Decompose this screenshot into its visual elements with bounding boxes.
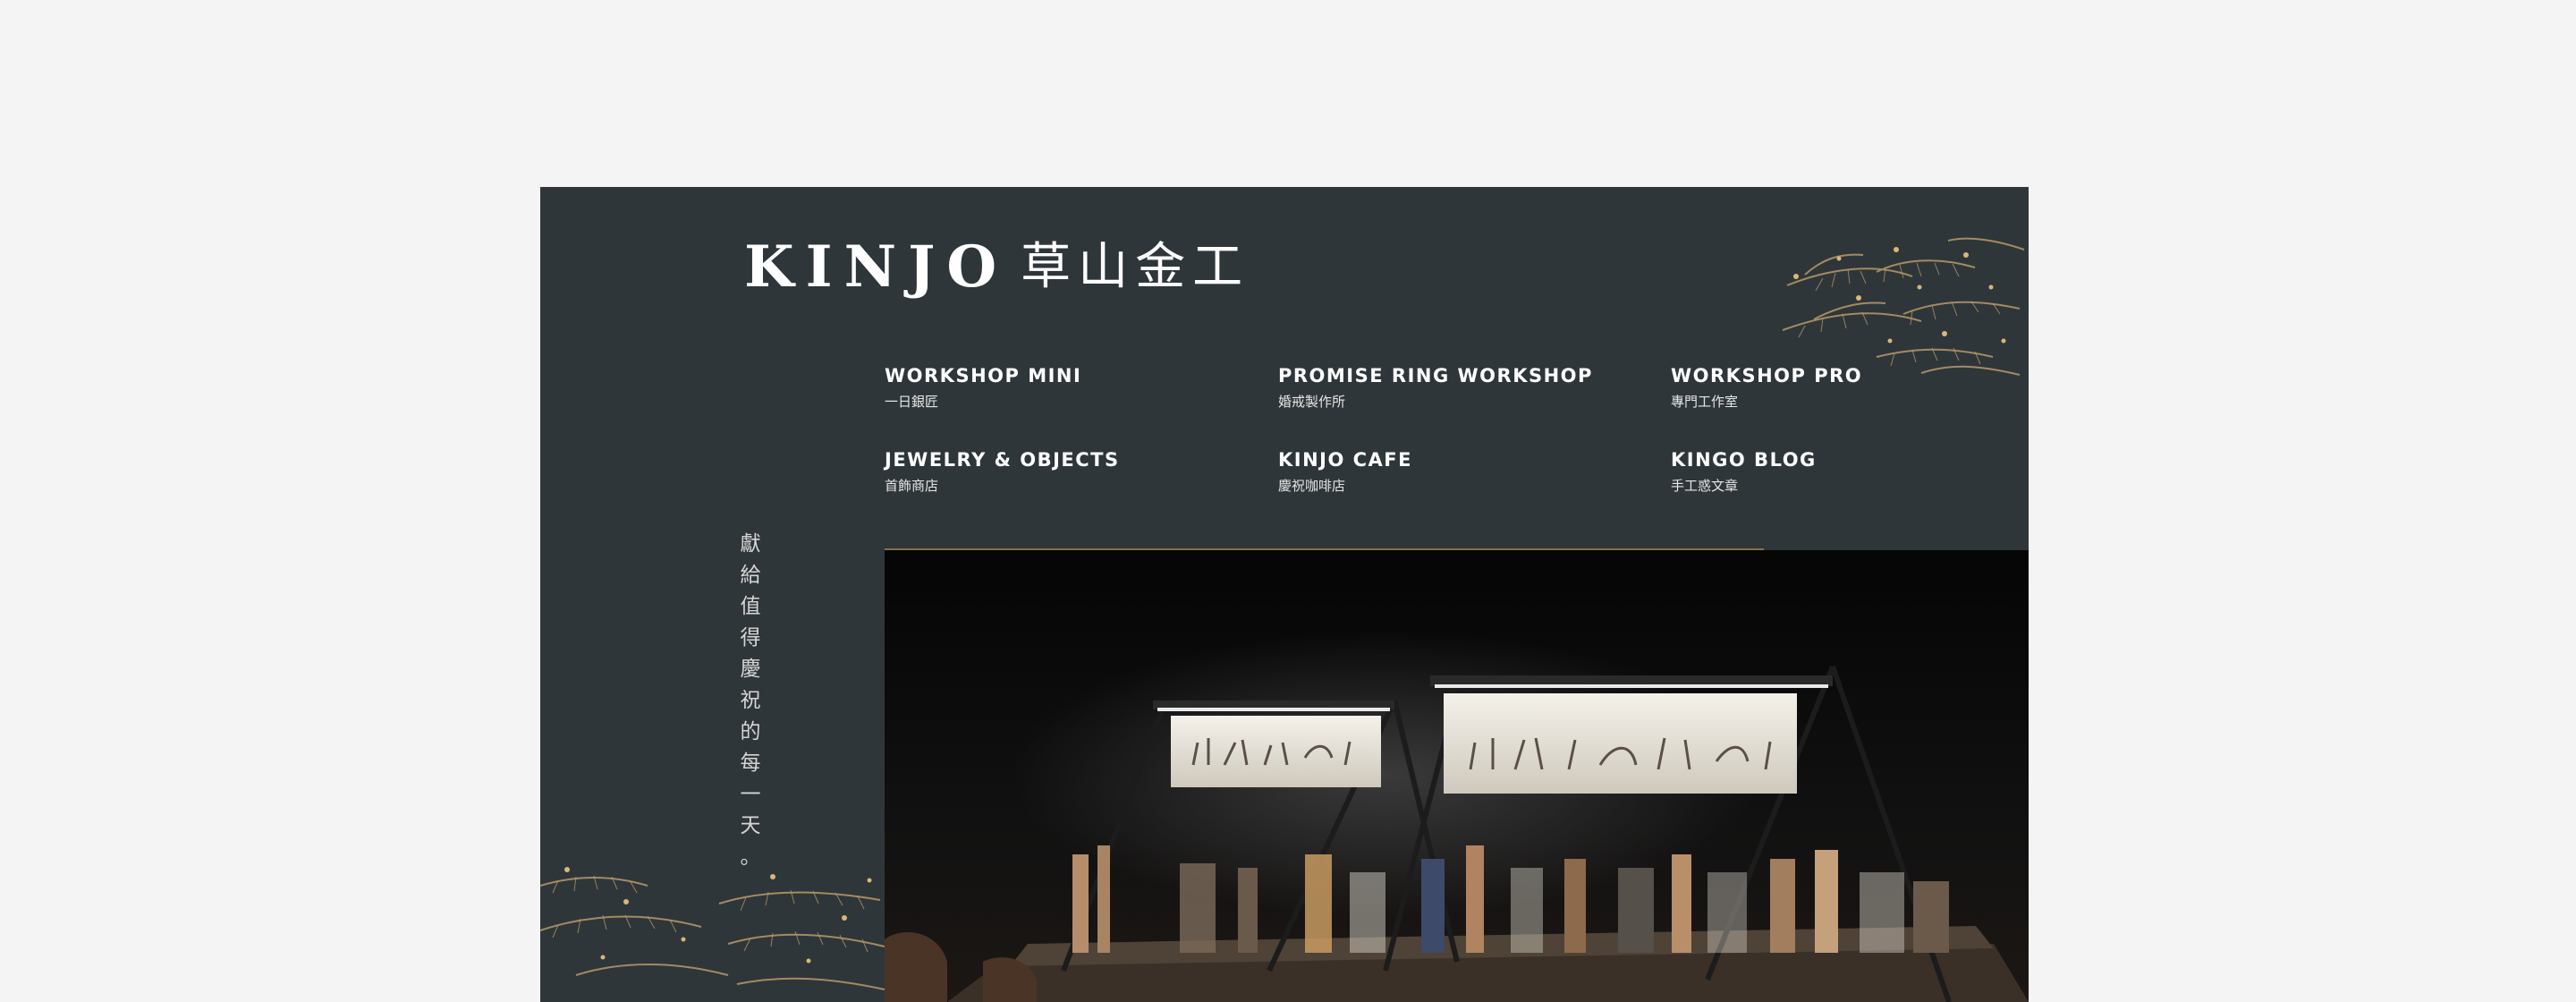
nav-item-kingo-blog[interactable]: KINGO BLOG 手工惑文章 [1671, 446, 2029, 500]
tagline-char: 給 [740, 564, 761, 587]
nav-item-subtitle: 手工惑文章 [1671, 478, 1739, 494]
tagline-char: 每 [740, 752, 761, 775]
nav-item-kinjo-cafe[interactable]: KINJO CAFE 慶祝咖啡店 [1278, 446, 1654, 500]
tagline-char: 祝 [740, 689, 761, 712]
tagline-char: 獻 [740, 532, 761, 556]
jewelry-workbench-photo-icon [885, 550, 2029, 1002]
tagline-char: 慶 [740, 658, 761, 681]
nav-item-jewelry-objects[interactable]: JEWELRY & OBJECTS 首飾商店 [885, 446, 1260, 500]
tagline-char: 天 [740, 814, 761, 837]
nav-item-title: KINGO BLOG [1671, 449, 1817, 471]
nav-item-title: PROMISE RING WORKSHOP [1278, 365, 1593, 386]
nav-item-subtitle: 專門工作室 [1671, 394, 1739, 410]
nav-item-subtitle: 一日銀匠 [885, 394, 939, 410]
nav-item-workshop-mini[interactable]: WORKSHOP MINI 一日銀匠 [885, 362, 1260, 416]
logo-wordmark-en: KINJO [744, 234, 1009, 301]
nav-item-title: JEWELRY & OBJECTS [885, 449, 1120, 471]
hero-panel: KINJO 草山金工 WORKSHOP MINI 一日銀匠 PROMISE RI… [540, 187, 2029, 1002]
pine-branch-decoration-bottom [540, 867, 886, 990]
nav-item-subtitle: 首飾商店 [885, 478, 939, 494]
tagline-char: 的 [740, 720, 761, 743]
main-navigation: WORKSHOP MINI 一日銀匠 PROMISE RING WORKSHOP… [885, 353, 2029, 497]
nav-item-title: KINJO CAFE [1278, 449, 1412, 471]
tagline-char: 得 [740, 626, 761, 650]
nav-item-subtitle: 婚戒製作所 [1278, 394, 1346, 410]
nav-item-title: WORKSHOP PRO [1671, 365, 1863, 386]
logo[interactable]: KINJO 草山金工 [744, 236, 1250, 299]
nav-item-subtitle: 慶祝咖啡店 [1278, 478, 1346, 494]
workshop-photo [885, 550, 2029, 1002]
nav-item-promise-ring-workshop[interactable]: PROMISE RING WORKSHOP 婚戒製作所 [1278, 362, 1654, 416]
logo-wordmark-zh: 草山金工 [1021, 238, 1250, 296]
nav-item-title: WORKSHOP MINI [885, 365, 1082, 386]
vertical-tagline: 獻 給 值 得 慶 祝 的 每 一 天 。 [738, 529, 763, 873]
nav-item-workshop-pro[interactable]: WORKSHOP PRO 專門工作室 [1671, 362, 2029, 416]
tagline-char: 值 [740, 595, 761, 618]
tagline-char: 一 [740, 783, 761, 806]
